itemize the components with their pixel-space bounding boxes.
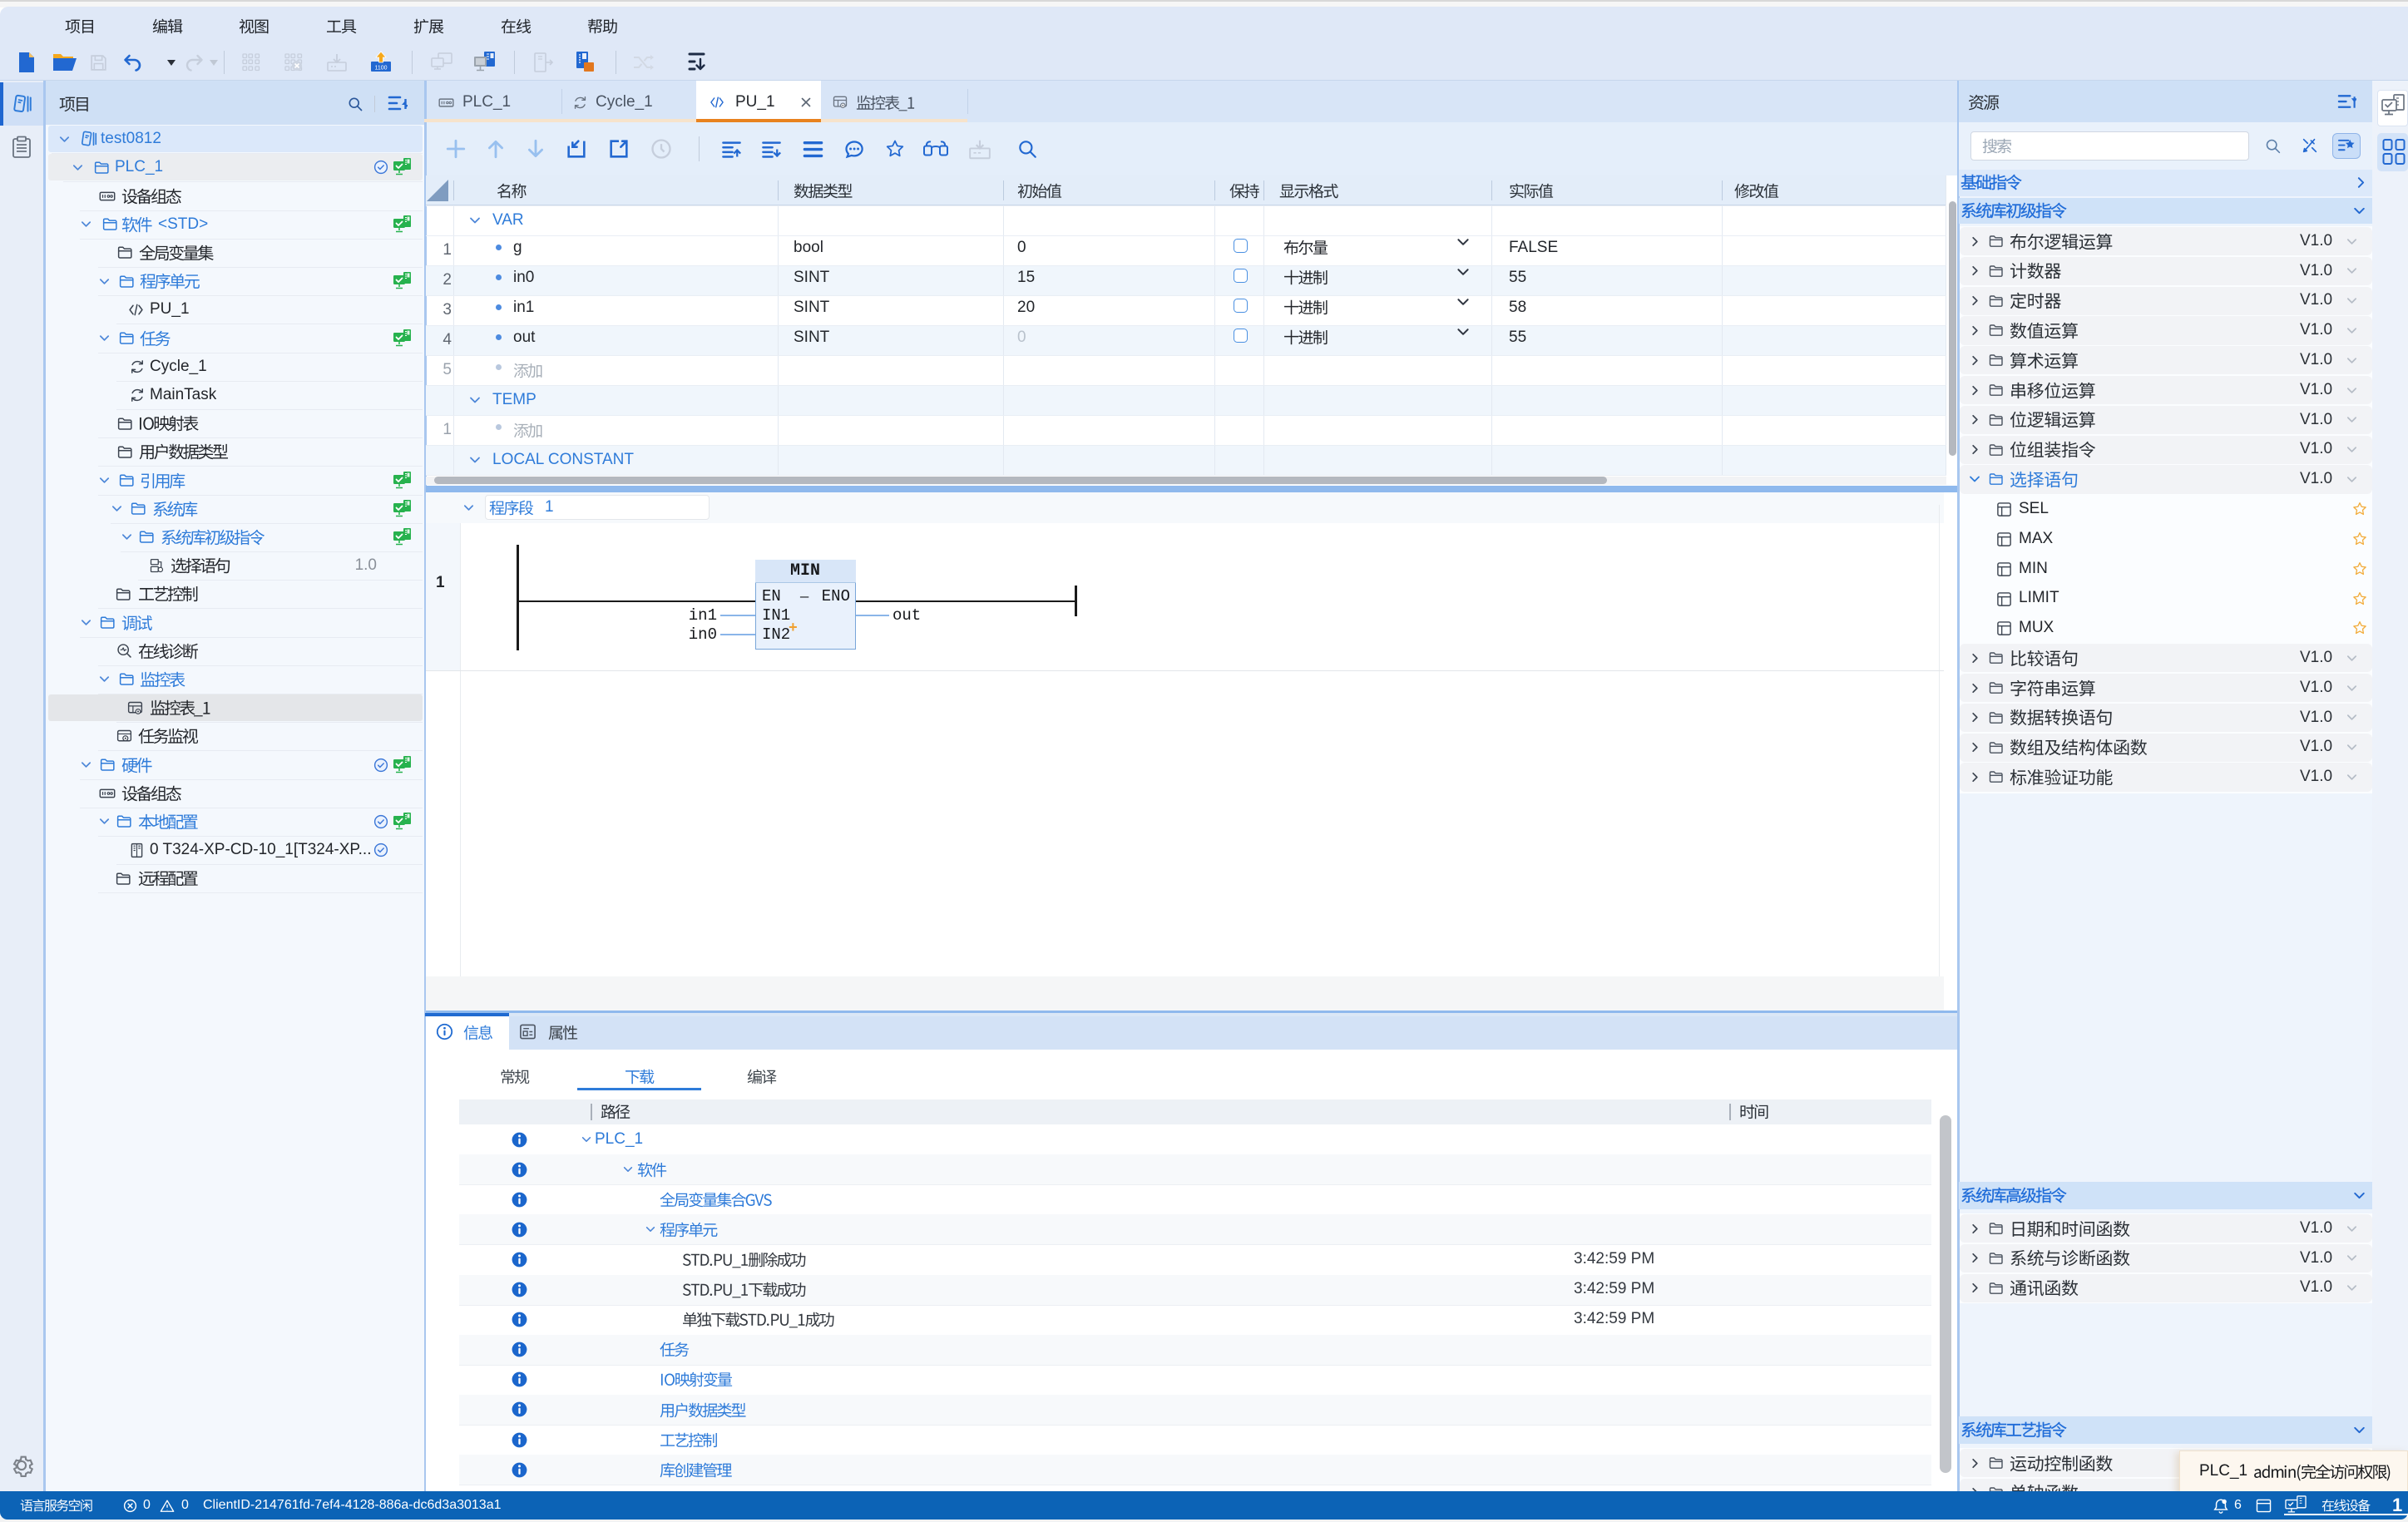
- svg-text:1100: 1100: [374, 66, 387, 72]
